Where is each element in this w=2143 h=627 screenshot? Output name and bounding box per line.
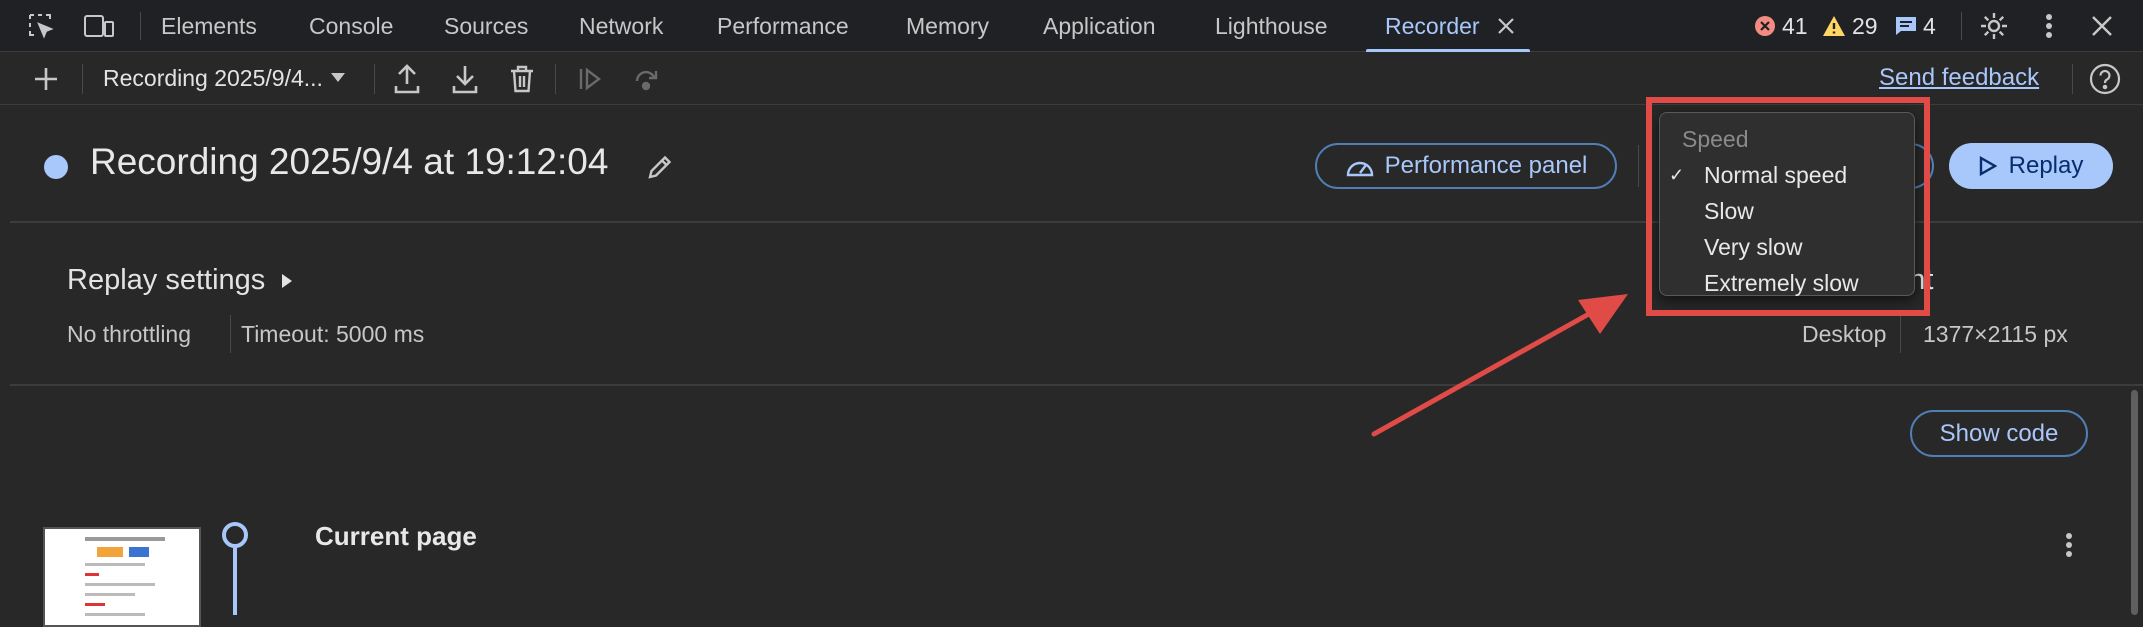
viewport-value: 1377×2115 px [1923, 321, 2068, 347]
warning-count: 29 [1852, 12, 1878, 39]
divider [2072, 64, 2073, 94]
error-counter[interactable]: 41 [1754, 0, 1808, 52]
error-count: 41 [1782, 12, 1808, 39]
timeout-value[interactable]: Timeout: 5000 ms [241, 321, 424, 348]
tab-application[interactable]: Application [1043, 0, 1156, 52]
tab-recorder[interactable]: Recorder [1385, 0, 1480, 52]
device-toolbar-icon[interactable] [82, 11, 116, 41]
page-screenshot-thumbnail[interactable] [43, 527, 201, 627]
replay-settings-toggle[interactable]: Replay settings [67, 264, 293, 297]
warning-icon [1822, 15, 1846, 37]
delete-icon[interactable] [507, 62, 537, 96]
import-icon[interactable] [449, 62, 481, 96]
divider [230, 315, 231, 353]
tab-console[interactable]: Console [309, 0, 393, 52]
divider [374, 64, 375, 94]
show-code-label: Show code [1939, 419, 2059, 447]
replay-settings-heading: Replay settings [67, 264, 266, 296]
message-counter[interactable]: 4 [1894, 0, 1936, 52]
play-icon [1979, 156, 1997, 176]
recording-title[interactable]: Recording 2025/9/4 at 19:12:04 [90, 141, 608, 183]
settings-gear-icon[interactable] [1978, 10, 2010, 42]
divider [1638, 145, 1639, 187]
warning-counter[interactable]: 29 [1822, 0, 1878, 52]
help-icon[interactable] [2088, 62, 2122, 96]
recording-select-value: Recording 2025/9/4... [103, 64, 323, 91]
error-icon [1754, 15, 1776, 37]
export-icon[interactable] [391, 62, 423, 96]
gauge-icon [1345, 154, 1375, 178]
message-count: 4 [1923, 12, 1936, 39]
step-more-options-icon[interactable] [2054, 528, 2084, 562]
more-options-icon[interactable] [2034, 10, 2064, 42]
tab-memory[interactable]: Memory [906, 0, 989, 52]
replay-button[interactable]: Replay [1949, 143, 2113, 189]
timeline-step-marker [222, 522, 248, 548]
device-value: Desktop [1802, 321, 1887, 347]
caret-right-icon [281, 273, 293, 289]
timeline-line [233, 548, 237, 615]
scrollbar[interactable] [2131, 390, 2138, 615]
replay-label: Replay [2008, 152, 2084, 179]
divider [1961, 12, 1962, 40]
tab-network[interactable]: Network [579, 0, 663, 52]
annotation-highlight-box [1646, 97, 1930, 316]
divider [555, 64, 556, 94]
inspect-element-icon[interactable] [26, 11, 56, 41]
performance-panel-button[interactable]: Performance panel [1315, 143, 1617, 189]
tab-lighthouse[interactable]: Lighthouse [1215, 0, 1328, 52]
close-tab-icon[interactable] [1494, 14, 1518, 38]
edit-title-pencil-icon[interactable] [644, 151, 676, 183]
continue-replay-icon [575, 64, 605, 94]
chevron-down-icon [330, 73, 345, 83]
step-over-icon [632, 64, 662, 94]
divider [140, 12, 141, 40]
performance-panel-label: Performance panel [1384, 152, 1588, 179]
message-icon [1894, 15, 1918, 37]
devtools-tab-bar: Elements Console Sources Network Perform… [0, 0, 2143, 52]
add-recording-icon[interactable] [30, 63, 62, 95]
tab-elements[interactable]: Elements [161, 0, 257, 52]
step-title[interactable]: Current page [315, 521, 477, 552]
show-code-button[interactable]: Show code [1910, 410, 2088, 457]
recording-select[interactable]: Recording 2025/9/4... [103, 52, 345, 104]
divider [1900, 315, 1901, 353]
tab-performance[interactable]: Performance [717, 0, 849, 52]
close-devtools-icon[interactable] [2088, 12, 2116, 40]
throttling-value[interactable]: No throttling [67, 321, 191, 348]
divider [82, 64, 83, 94]
tab-sources[interactable]: Sources [444, 0, 528, 52]
recording-status-dot [44, 155, 68, 179]
annotation-arrow [1371, 294, 1628, 437]
